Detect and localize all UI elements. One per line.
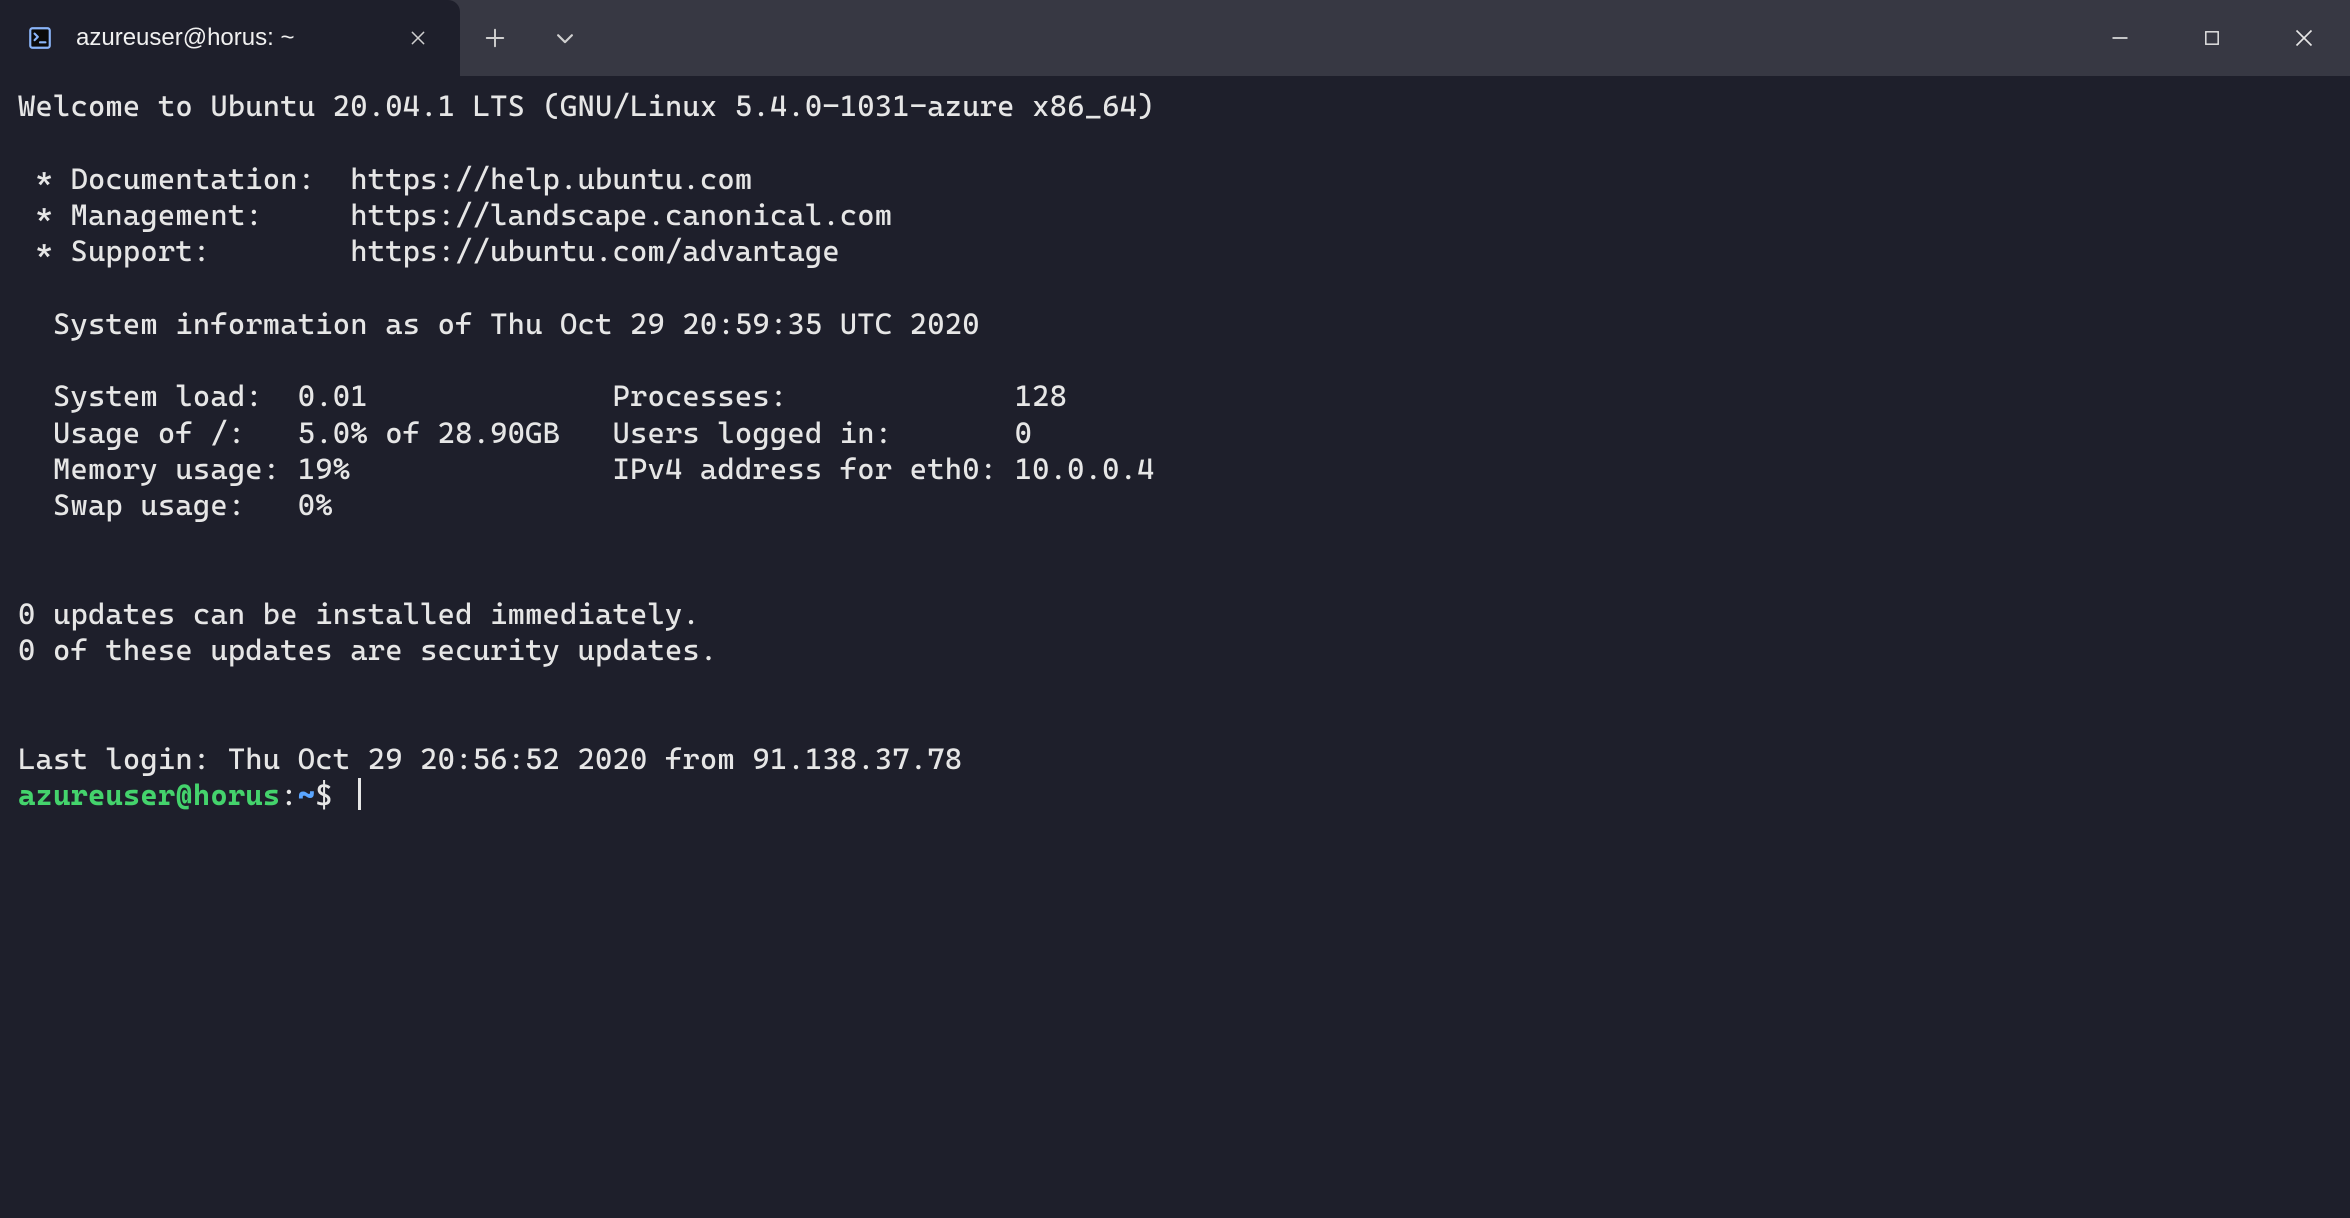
motd-stats-line: Memory usage: 19% IPv4 address for eth0:… — [18, 452, 1155, 486]
window-maximize-button[interactable] — [2166, 0, 2258, 76]
motd-sysinfo-header: System information as of Thu Oct 29 20:5… — [18, 307, 980, 341]
terminal-tab-icon — [26, 24, 54, 52]
motd-stats-line: System load: 0.01 Processes: 128 — [18, 379, 1067, 413]
motd-updates-line: 0 of these updates are security updates. — [18, 633, 717, 667]
motd-welcome-line: Welcome to Ubuntu 20.04.1 LTS (GNU/Linux… — [18, 89, 1155, 123]
motd-link-doc: * Documentation: https://help.ubuntu.com — [18, 162, 752, 196]
prompt-cwd: ~ — [298, 778, 316, 812]
tabbar-controls — [460, 0, 600, 76]
tab-dropdown-button[interactable] — [530, 0, 600, 76]
last-login-line: Last login: Thu Oct 29 20:56:52 2020 fro… — [18, 742, 962, 776]
motd-stats-line: Swap usage: 0% — [18, 488, 333, 522]
new-tab-button[interactable] — [460, 0, 530, 76]
terminal-cursor — [358, 778, 361, 810]
prompt-user-host: azureuser@horus — [18, 778, 280, 812]
title-bar: azureuser@horus: ~ — [0, 0, 2350, 76]
motd-link-support: * Support: https://ubuntu.com/advantage — [18, 234, 840, 268]
motd-link-mgmt: * Management: https://landscape.canonica… — [18, 198, 892, 232]
tab-close-button[interactable] — [400, 20, 436, 56]
title-bar-drag-region[interactable] — [600, 0, 2074, 76]
terminal-output[interactable]: Welcome to Ubuntu 20.04.1 LTS (GNU/Linux… — [0, 76, 2350, 1218]
window-close-button[interactable] — [2258, 0, 2350, 76]
window-controls — [2074, 0, 2350, 76]
window-minimize-button[interactable] — [2074, 0, 2166, 76]
prompt-symbol: $ — [315, 778, 333, 812]
motd-updates-line: 0 updates can be installed immediately. — [18, 597, 700, 631]
shell-prompt: azureuser@horus:~$ — [18, 778, 333, 812]
terminal-tab[interactable]: azureuser@horus: ~ — [0, 0, 460, 76]
motd-stats-line: Usage of /: 5.0% of 28.90GB Users logged… — [18, 416, 1032, 450]
tab-title: azureuser@horus: ~ — [76, 24, 378, 52]
